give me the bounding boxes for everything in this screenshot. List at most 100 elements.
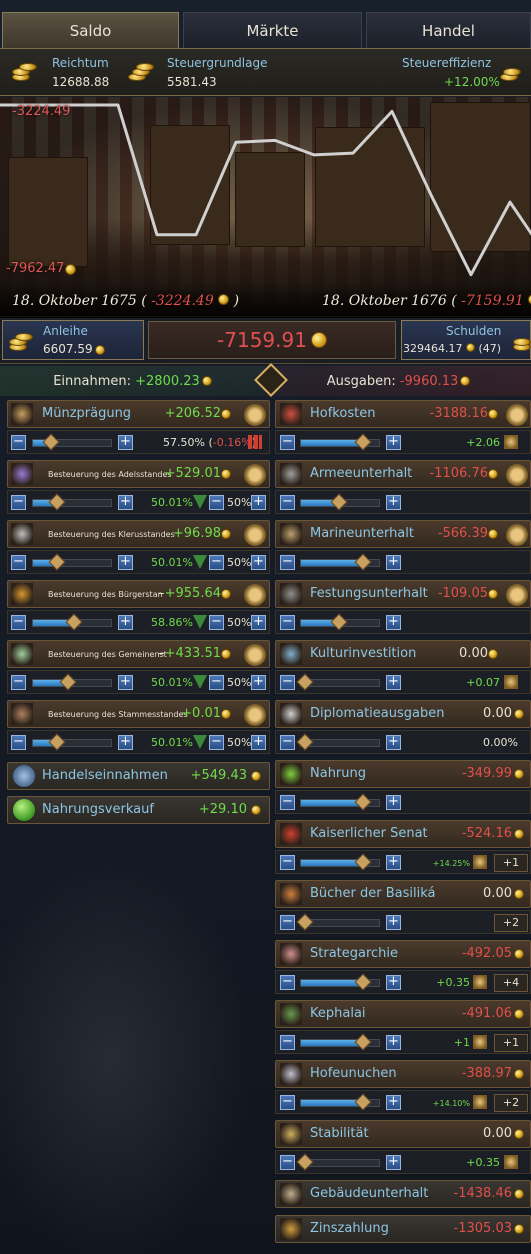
income-slider[interactable]: [32, 673, 112, 691]
expense-row-header[interactable]: Zinszahlung -1305.03: [275, 1215, 531, 1243]
slider-knob[interactable]: [296, 1153, 314, 1171]
expense-row-header[interactable]: Marineunterhalt -566.39: [275, 520, 531, 548]
income-row-header[interactable]: Besteuerung des Adelsstandes +529.01: [7, 460, 270, 488]
expense-slider[interactable]: [300, 1033, 380, 1051]
tax-rate-increase-button[interactable]: +: [251, 615, 266, 630]
expense-decrease-button[interactable]: −: [280, 615, 295, 630]
slider-knob[interactable]: [59, 673, 77, 691]
expense-decrease-button[interactable]: −: [280, 555, 295, 570]
expense-slider[interactable]: [296, 733, 380, 751]
expense-slider[interactable]: [300, 433, 380, 451]
expense-slider[interactable]: [296, 913, 380, 931]
expense-increase-button[interactable]: +: [386, 795, 401, 810]
slider-knob[interactable]: [48, 733, 66, 751]
tax-rate-increase-button[interactable]: +: [251, 675, 266, 690]
income-row-header[interactable]: Münzprägung +206.52: [7, 400, 270, 428]
tax-rate-increase-button[interactable]: +: [251, 495, 266, 510]
expense-row-header[interactable]: Nahrung -349.99: [275, 760, 531, 788]
expense-slider[interactable]: [300, 853, 380, 871]
expense-row-header[interactable]: Hofkosten -3188.16: [275, 400, 531, 428]
expense-decrease-button[interactable]: −: [280, 855, 295, 870]
income-decrease-button[interactable]: −: [11, 675, 26, 690]
expense-row-header[interactable]: Diplomatieausgaben 0.00: [275, 700, 531, 728]
slider-knob[interactable]: [65, 613, 83, 631]
expense-decrease-button[interactable]: −: [280, 1095, 295, 1110]
slider-knob[interactable]: [296, 913, 314, 931]
settings-gear-icon[interactable]: [244, 404, 266, 426]
expense-decrease-button[interactable]: −: [280, 435, 295, 450]
income-increase-button[interactable]: +: [118, 495, 133, 510]
expense-increase-button[interactable]: +: [386, 615, 401, 630]
expense-row-header[interactable]: Kaiserlicher Senat -524.16: [275, 820, 531, 848]
expense-increase-button[interactable]: +: [386, 975, 401, 990]
expense-slider[interactable]: [300, 793, 380, 811]
expense-row-header[interactable]: Armeeunterhalt -1106.76: [275, 460, 531, 488]
slider-knob[interactable]: [48, 553, 66, 571]
income-increase-button[interactable]: +: [118, 615, 133, 630]
tab-maerkte[interactable]: Märkte: [183, 12, 362, 48]
settings-gear-icon[interactable]: [506, 584, 528, 606]
expense-increase-button[interactable]: +: [386, 855, 401, 870]
income-decrease-button[interactable]: −: [11, 735, 26, 750]
debt-button[interactable]: Schulden 329464.17 (47): [401, 320, 531, 360]
expense-increase-button[interactable]: +: [386, 435, 401, 450]
settings-gear-icon[interactable]: [244, 464, 266, 486]
income-row-header[interactable]: Besteuerung des Stammesstandes +0.01: [7, 700, 270, 728]
expense-decrease-button[interactable]: −: [280, 495, 295, 510]
income-decrease-button[interactable]: −: [11, 495, 26, 510]
settings-gear-icon[interactable]: [506, 524, 528, 546]
expense-row-header[interactable]: Strategarchie -492.05: [275, 940, 531, 968]
income-row-header[interactable]: Besteuerung des Klerusstandes +96.98: [7, 520, 270, 548]
expense-slider[interactable]: [300, 493, 380, 511]
income-slider[interactable]: [32, 493, 112, 511]
slider-knob[interactable]: [354, 553, 372, 571]
tax-rate-increase-button[interactable]: +: [251, 555, 266, 570]
slider-knob[interactable]: [296, 673, 314, 691]
income-decrease-button[interactable]: −: [11, 555, 26, 570]
income-decrease-button[interactable]: −: [11, 615, 26, 630]
expense-increase-button[interactable]: +: [386, 555, 401, 570]
expense-decrease-button[interactable]: −: [280, 975, 295, 990]
expense-decrease-button[interactable]: −: [280, 795, 295, 810]
income-decrease-button[interactable]: −: [11, 435, 26, 450]
expense-slider[interactable]: [300, 973, 380, 991]
settings-gear-icon[interactable]: [244, 584, 266, 606]
expense-decrease-button[interactable]: −: [280, 1035, 295, 1050]
slider-knob[interactable]: [48, 493, 66, 511]
slider-knob[interactable]: [330, 613, 348, 631]
tab-handel[interactable]: Handel: [366, 12, 531, 48]
expense-slider[interactable]: [300, 613, 380, 631]
income-slider[interactable]: [32, 553, 112, 571]
slider-knob[interactable]: [42, 433, 60, 451]
slider-knob[interactable]: [354, 433, 372, 451]
income-row-header[interactable]: Handelseinnahmen +549.43: [7, 762, 270, 790]
expense-row-header[interactable]: Stabilität 0.00: [275, 1120, 531, 1148]
income-row-header[interactable]: Nahrungsverkauf +29.10: [7, 796, 270, 824]
settings-gear-icon[interactable]: [244, 704, 266, 726]
expense-increase-button[interactable]: +: [386, 1155, 401, 1170]
income-increase-button[interactable]: +: [118, 435, 133, 450]
expense-row-header[interactable]: Hofeunuchen -388.97: [275, 1060, 531, 1088]
tax-rate-decrease-button[interactable]: −: [209, 615, 224, 630]
expense-slider[interactable]: [300, 553, 380, 571]
slider-knob[interactable]: [330, 493, 348, 511]
expense-slider[interactable]: [296, 673, 380, 691]
expense-increase-button[interactable]: +: [386, 1095, 401, 1110]
settings-gear-icon[interactable]: [506, 464, 528, 486]
slider-knob[interactable]: [354, 1093, 372, 1111]
tax-rate-increase-button[interactable]: +: [251, 735, 266, 750]
expense-increase-button[interactable]: +: [386, 915, 401, 930]
tax-rate-decrease-button[interactable]: −: [209, 675, 224, 690]
settings-gear-icon[interactable]: [244, 644, 266, 666]
settings-gear-icon[interactable]: [506, 404, 528, 426]
expense-increase-button[interactable]: +: [386, 675, 401, 690]
income-increase-button[interactable]: +: [118, 735, 133, 750]
expense-increase-button[interactable]: +: [386, 735, 401, 750]
expense-decrease-button[interactable]: −: [280, 735, 295, 750]
slider-knob[interactable]: [354, 853, 372, 871]
loan-button[interactable]: Anleihe 6607.59: [2, 320, 144, 360]
income-row-header[interactable]: Besteuerung des Gemeinenst – +433.51: [7, 640, 270, 668]
expense-increase-button[interactable]: +: [386, 495, 401, 510]
slider-knob[interactable]: [354, 793, 372, 811]
expense-slider[interactable]: [300, 1093, 380, 1111]
